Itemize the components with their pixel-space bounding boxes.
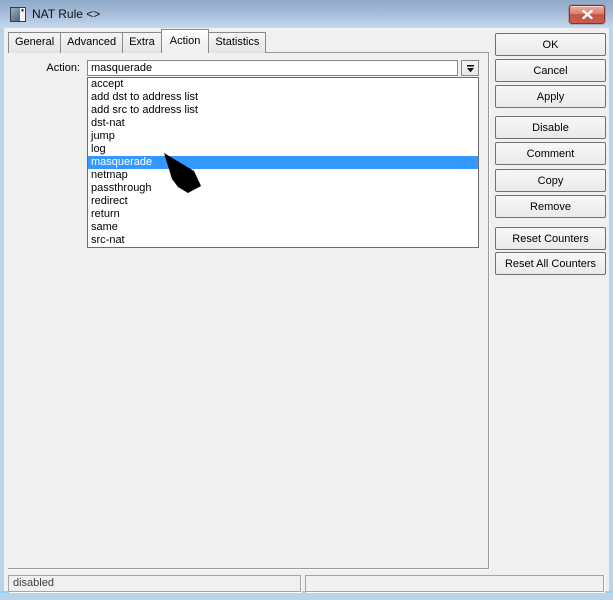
dropdown-item-passthrough[interactable]: passthrough <box>88 182 478 195</box>
apply-button[interactable]: Apply <box>495 85 606 108</box>
nat-rule-dialog: NAT Rule <> General Advanced Extra Action St… <box>0 0 613 600</box>
action-dropdown-list: accept add dst to address list add src to … <box>87 77 479 248</box>
disable-button[interactable]: Disable <box>495 116 606 139</box>
tab-general[interactable]: General <box>8 32 62 53</box>
dropdown-item-log[interactable]: log <box>88 143 478 156</box>
action-dropdown-button[interactable] <box>461 60 479 76</box>
dropdown-item-add-dst-to-address-list[interactable]: add dst to address list <box>88 91 478 104</box>
tab-extra[interactable]: Extra <box>122 32 162 53</box>
tab-action[interactable]: Action <box>160 29 210 53</box>
ok-button[interactable]: OK <box>495 33 606 56</box>
window-title: NAT Rule <> <box>32 7 101 21</box>
dropdown-arrow-icon <box>466 64 475 73</box>
comment-button[interactable]: Comment <box>495 142 606 165</box>
window-bottom-border <box>0 591 613 600</box>
dropdown-item-same[interactable]: same <box>88 221 478 234</box>
tab-statistics[interactable]: Statistics <box>208 32 267 53</box>
dropdown-item-redirect[interactable]: redirect <box>88 195 478 208</box>
cancel-button[interactable]: Cancel <box>495 59 606 82</box>
titlebar[interactable]: NAT Rule <> <box>0 0 613 28</box>
reset-all-counters-button[interactable]: Reset All Counters <box>495 252 606 275</box>
window-icon <box>10 7 26 22</box>
dropdown-item-add-src-to-address-list[interactable]: add src to address list <box>88 104 478 117</box>
copy-button[interactable]: Copy <box>495 169 606 192</box>
dropdown-item-return[interactable]: return <box>88 208 478 221</box>
status-bar-left: disabled <box>8 575 301 592</box>
dropdown-item-netmap[interactable]: netmap <box>88 169 478 182</box>
remove-button[interactable]: Remove <box>495 195 606 218</box>
dropdown-item-accept[interactable]: accept <box>88 78 478 91</box>
action-field-label: Action: <box>46 62 80 74</box>
close-icon <box>581 10 593 19</box>
dropdown-item-dst-nat[interactable]: dst-nat <box>88 117 478 130</box>
status-bar-right <box>305 575 604 592</box>
action-combobox-input[interactable] <box>87 60 458 76</box>
reset-counters-button[interactable]: Reset Counters <box>495 227 606 250</box>
tab-advanced[interactable]: Advanced <box>60 32 124 53</box>
dropdown-item-jump[interactable]: jump <box>88 130 478 143</box>
dropdown-item-masquerade[interactable]: masquerade <box>88 156 478 169</box>
dropdown-item-src-nat[interactable]: src-nat <box>88 234 478 247</box>
close-button[interactable] <box>569 5 605 24</box>
tab-strip: General Advanced Extra Action Statistics <box>8 29 267 53</box>
